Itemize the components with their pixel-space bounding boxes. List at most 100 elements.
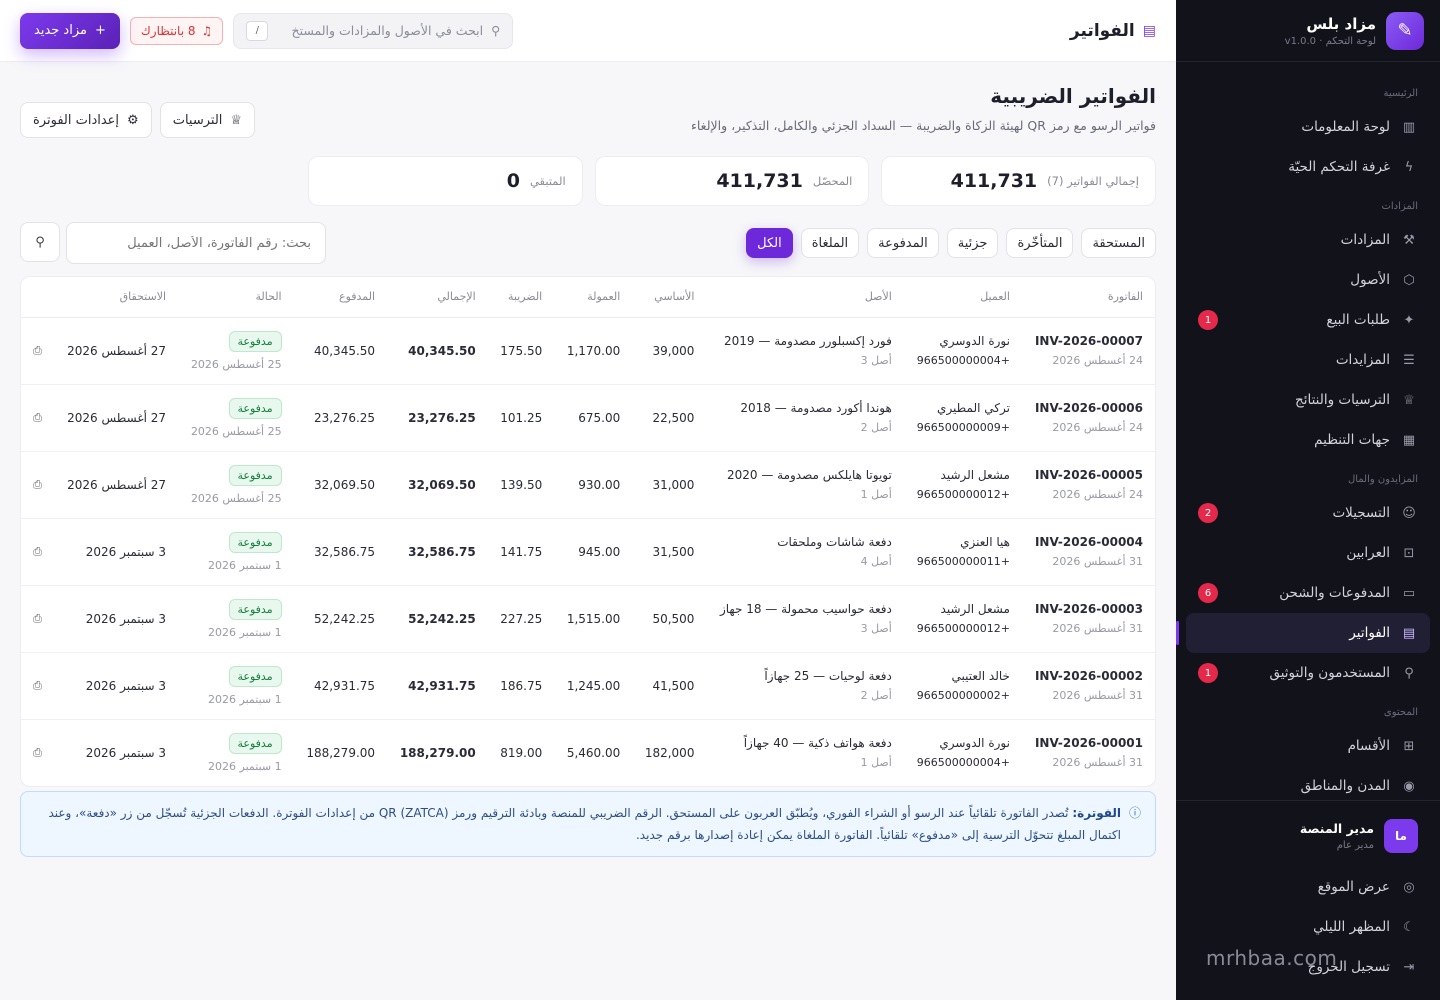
table-cell: 23,276.25 [387, 384, 488, 452]
column-header: الاستحقاق [54, 277, 179, 318]
sidebar-item-info-panel[interactable]: ▥ لوحة المعلومات [1186, 107, 1430, 147]
client-name: نورة الدوسري [939, 736, 1010, 751]
sidebar-item-deposits[interactable]: ⊡ العرابين [1186, 533, 1430, 573]
table-cell: INV-2026-00003 31 أغسطس 2026 [1021, 585, 1155, 653]
table-cell: دفعة شاشات وملحقات أصل 4 [706, 518, 904, 586]
client-name: خالد العتيبي [951, 669, 1010, 683]
pending-label: 8 بانتظارك [140, 23, 196, 38]
client-phone: +966500000012 [916, 622, 1010, 635]
client-phone: +966500000004 [916, 756, 1010, 770]
global-search[interactable]: ⚲ ابحث في الأصول والمزادات والمستخ / [233, 12, 514, 49]
sidebar-item-registrations[interactable]: ☺ التسجيلات 2 [1186, 493, 1430, 533]
base-amount: 41,500 [652, 678, 695, 693]
stat-collected: المحصّل 411,731 [594, 156, 870, 206]
chart-icon: ▥ [1402, 119, 1416, 135]
sidebar-item-label: العرابين [1346, 545, 1390, 561]
awards-button[interactable]: ♕ الترسيات [159, 102, 256, 138]
brand[interactable]: ✎ مزاد بلس لوحة التحكم · v1.0.0 [1176, 0, 1440, 62]
count-badge: 1 [1198, 663, 1218, 683]
table-row[interactable]: INV-2026-00003 31 أغسطس 2026 مشعل الرشيد +9… [21, 585, 1155, 653]
invoice-number[interactable]: INV-2026-00005 [1034, 468, 1143, 482]
tab-paid[interactable]: المدفوعة [867, 228, 939, 258]
status-date: 25 أغسطس 2026 [190, 424, 282, 438]
client-phone: +966500000004 [916, 354, 1010, 367]
tab-late[interactable]: المتأخّرة [1006, 228, 1074, 258]
sidebar-item-payments[interactable]: ▭ المدفوعات والشحن 6 [1186, 573, 1430, 613]
paid-amount: 32,586.75 [313, 544, 376, 559]
sidebar-item-label: المدن والمناطق [1300, 778, 1390, 794]
table-row[interactable]: INV-2026-00007 24 أغسطس 2026 نورة الدوسري +… [21, 317, 1155, 385]
bell-icon: ♫ [201, 23, 213, 38]
total-amount: 32,069.50 [408, 477, 476, 492]
sidebar-item-invoices[interactable]: ▤ الفواتير [1176, 613, 1430, 653]
invoice-number[interactable]: INV-2026-00004 [1034, 535, 1143, 549]
table-row[interactable]: INV-2026-00006 24 أغسطس 2026 تركي المطيري +… [21, 384, 1155, 452]
pin-icon: ◉ [1403, 778, 1415, 794]
print-icon[interactable]: ⎙ [33, 545, 42, 558]
table-cell: 40,345.50 [387, 317, 488, 385]
stat-label: المحصّل [812, 174, 853, 188]
print-icon[interactable]: ⎙ [33, 612, 42, 625]
sidebar-item-sell-requests[interactable]: ✦ طلبات البيع 1 [1186, 300, 1430, 340]
status-badge: مدفوعة [228, 330, 282, 352]
card-icon: ▭ [1402, 585, 1416, 601]
invoice-search-input[interactable] [66, 222, 326, 264]
total-amount: 52,242.25 [408, 611, 476, 626]
sidebar-item-categories[interactable]: ⊞ الأقسام [1186, 726, 1430, 766]
nav-section-title: المزايدون والمال [1347, 474, 1418, 485]
table-cell: 27 أغسطس 2026 [54, 317, 179, 385]
table-row[interactable]: INV-2026-00002 31 أغسطس 2026 خالد العتيبي +… [21, 652, 1155, 720]
user-role: مدير عام [1336, 840, 1374, 851]
sidebar-item-live-room[interactable]: ϟ غرفة التحكم الحيّة [1186, 147, 1430, 187]
sidebar-item-assets[interactable]: ⬡ الأصول [1186, 260, 1430, 300]
tab-partial[interactable]: جزئية [946, 228, 999, 258]
invoice-number[interactable]: INV-2026-00003 [1034, 602, 1143, 616]
watermark: mrhbaa.com [1206, 946, 1338, 970]
sidebar-item-cities[interactable]: ◉ المدن والمناطق [1186, 766, 1430, 797]
sidebar-item-label: المدفوعات والشحن [1279, 585, 1390, 601]
print-icon[interactable]: ⎙ [33, 746, 42, 759]
total-amount: 188,279.00 [399, 745, 476, 760]
billing-settings-button[interactable]: ⚙ إعدادات الفوترة [20, 102, 152, 138]
status-badge: مدفوعة [228, 464, 282, 486]
table-row[interactable]: INV-2026-00001 31 أغسطس 2026 نورة الدوسري +… [21, 719, 1155, 786]
table-cell: فورد إكسبلورر مصدومة — 2019 أصل 3 [706, 317, 904, 385]
new-auction-button[interactable]: + مزاد جديد [20, 12, 120, 49]
user-profile[interactable]: ما مدير المنصة مدير عام [1186, 815, 1430, 867]
invoice-number[interactable]: INV-2026-00002 [1034, 669, 1143, 683]
invoice-number[interactable]: INV-2026-00007 [1034, 334, 1143, 348]
table-row[interactable]: INV-2026-00005 24 أغسطس 2026 مشعل الرشيد +9… [21, 451, 1155, 519]
table-row[interactable]: INV-2026-00004 31 أغسطس 2026 هيا العنزي +96… [21, 518, 1155, 586]
global-search-placeholder: ابحث في الأصول والمزادات والمستخ [291, 23, 484, 38]
due-date: 3 سبتمبر 2026 [85, 611, 167, 626]
tab-all[interactable]: الكل [746, 228, 793, 258]
invoice-search-button[interactable]: ⚲ [20, 222, 60, 262]
sidebar-item-orgs[interactable]: ▦ جهات التنظيم [1186, 420, 1430, 460]
sidebar-item-users[interactable]: ⚲ المستخدمون والتوثيق 1 [1186, 653, 1430, 693]
tab-cancelled[interactable]: الملغاة [800, 228, 860, 258]
tab-due[interactable]: المستحقة [1081, 228, 1156, 258]
sidebar-item-auctions[interactable]: ⚒ المزادات [1186, 220, 1430, 260]
sidebar-item-label: غرفة التحكم الحيّة [1288, 159, 1390, 175]
sidebar-item-awards[interactable]: ♕ الترسيات والنتائج [1186, 380, 1430, 420]
print-icon[interactable]: ⎙ [33, 679, 42, 692]
trophy-icon: ♕ [230, 112, 243, 128]
sidebar-item-view-site[interactable]: ◎ عرض الموقع [1186, 867, 1430, 907]
print-icon[interactable]: ⎙ [33, 411, 42, 424]
print-icon[interactable]: ⎙ [33, 478, 42, 491]
pending-tasks-button[interactable]: ♫ 8 بانتظارك [129, 16, 224, 45]
sidebar-item-dark-mode[interactable]: ☾ المظهر الليلي [1186, 907, 1430, 947]
invoice-date: 24 أغسطس 2026 [1052, 421, 1143, 434]
column-header: الحالة [178, 277, 294, 318]
search-icon: ⚲ [35, 234, 45, 250]
trophy-icon: ♕ [1403, 392, 1415, 408]
table-cell: 139.50 [487, 451, 555, 519]
print-icon[interactable]: ⎙ [33, 344, 42, 357]
brand-logo-icon: ✎ [1386, 11, 1424, 50]
invoice-number[interactable]: INV-2026-00006 [1034, 401, 1143, 415]
info-text: تُصدر الفاتورة تلقائياً عند الرسو أو الش… [48, 806, 1121, 842]
due-date: 3 سبتمبر 2026 [85, 678, 167, 693]
table-cell: خالد العتيبي +966500000002 [903, 652, 1022, 720]
invoice-number[interactable]: INV-2026-00001 [1034, 736, 1143, 750]
sidebar-item-bids[interactable]: ☰ المزايدات [1186, 340, 1430, 380]
